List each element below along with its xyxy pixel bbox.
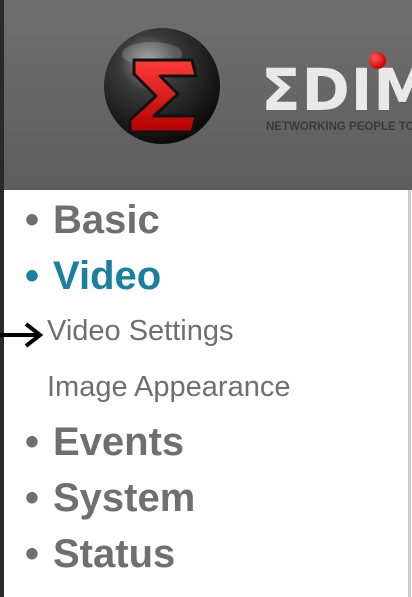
nav-item-basic[interactable]: • Basic xyxy=(25,198,160,242)
sigma-logo-icon[interactable] xyxy=(94,20,234,165)
subnav-item-video-settings[interactable]: Video Settings xyxy=(47,314,234,348)
bullet-icon: • xyxy=(25,254,40,298)
subnav-item-label: Image Appearance xyxy=(47,371,291,403)
nav-item-label: System xyxy=(53,476,196,520)
nav-item-label: Events xyxy=(53,420,185,464)
brand-name: ΣDIM xyxy=(261,60,412,124)
nav-item-label: Video xyxy=(53,254,162,298)
bullet-icon: • xyxy=(25,198,40,242)
subnav-item-label: Video Settings xyxy=(47,315,234,347)
bullet-icon: • xyxy=(25,420,40,464)
nav-item-label: Basic xyxy=(53,198,160,242)
subnav-item-image-appearance[interactable]: Image Appearance xyxy=(47,370,290,404)
bullet-icon: • xyxy=(25,476,40,520)
nav-item-video[interactable]: • Video xyxy=(25,254,161,298)
brand-tagline: NETWORKING PEOPLE TOGETHER xyxy=(266,121,412,133)
bullet-icon: • xyxy=(25,532,40,576)
nav-item-label: Status xyxy=(53,532,176,576)
nav-item-events[interactable]: • Events xyxy=(25,420,184,464)
red-dot-icon xyxy=(369,52,386,69)
nav-item-status[interactable]: • Status xyxy=(25,532,175,576)
nav-item-system[interactable]: • System xyxy=(25,476,195,520)
sidebar-right-border xyxy=(408,190,411,597)
sidebar-header: ΣDIM NETWORKING PEOPLE TOGETHER xyxy=(4,0,412,190)
arrow-right-icon xyxy=(0,322,46,353)
brand-wordmark: ΣDIM NETWORKING PEOPLE TOGETHER xyxy=(261,60,412,140)
sidebar-nav: • Basic • Video Video Settings Image Appea… xyxy=(0,190,408,597)
